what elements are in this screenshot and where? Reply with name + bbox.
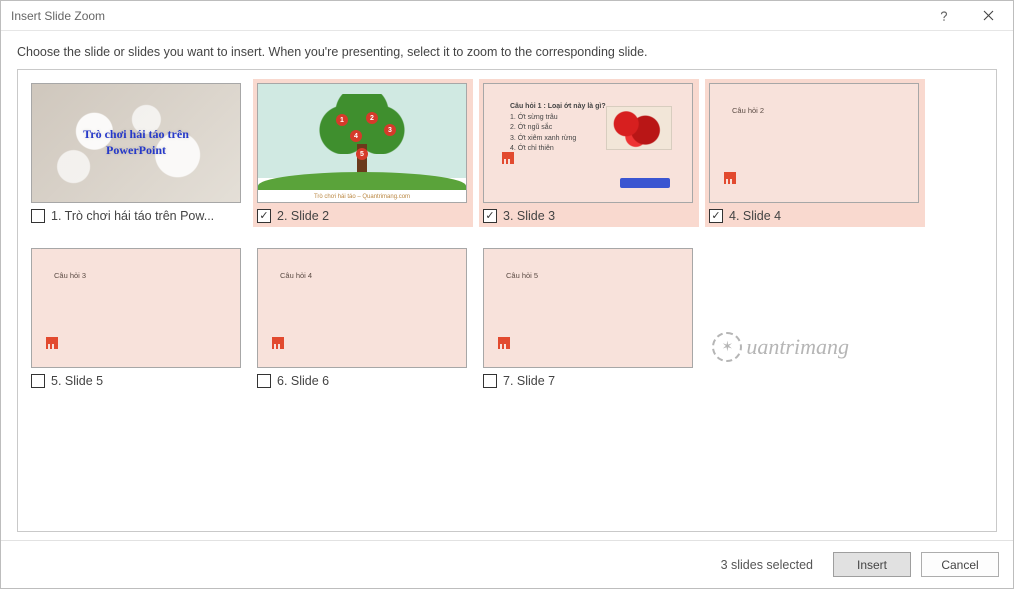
- insert-button[interactable]: Insert: [833, 552, 911, 577]
- titlebar: Insert Slide Zoom: [1, 1, 1013, 31]
- horse-icon: [272, 337, 288, 349]
- slide7-question: Câu hỏi 5: [506, 271, 538, 280]
- slide2-caption: Trò chơi hái táo – Quantrimang.com: [258, 194, 466, 200]
- slide-label-4: 4. Slide 4: [729, 209, 781, 223]
- chili-image: [606, 106, 672, 150]
- slide1-title-text: Trò chơi hái táo trên PowerPoint: [32, 84, 240, 202]
- apple-icon: 2: [366, 112, 378, 124]
- dialog-footer: 3 slides selected Insert Cancel: [1, 540, 1013, 588]
- slide-thumbnail-5[interactable]: Câu hỏi 3: [31, 248, 241, 368]
- slide-checkbox-5[interactable]: [31, 374, 45, 388]
- slide6-question: Câu hỏi 4: [280, 271, 312, 280]
- slides-scroll-area[interactable]: Trò chơi hái táo trên PowerPoint 1. Trò …: [17, 69, 997, 532]
- slide-item-1[interactable]: Trò chơi hái táo trên PowerPoint 1. Trò …: [27, 79, 247, 227]
- horse-icon: [498, 337, 514, 349]
- horse-icon: [502, 152, 518, 164]
- slide-item-3[interactable]: Câu hỏi 1 : Loại ớt này là gì? 1. Ớt sừn…: [479, 79, 699, 227]
- slide-checkbox-2[interactable]: ✓: [257, 209, 271, 223]
- apple-icon: 1: [336, 114, 348, 126]
- slide3-button: [620, 178, 670, 188]
- slide-checkbox-7[interactable]: [483, 374, 497, 388]
- instruction-text: Choose the slide or slides you want to i…: [17, 45, 997, 59]
- slide-thumbnail-6[interactable]: Câu hỏi 4: [257, 248, 467, 368]
- slide-label-6: 6. Slide 6: [277, 374, 329, 388]
- close-icon: [983, 10, 994, 21]
- slide-thumbnail-3[interactable]: Câu hỏi 1 : Loại ớt này là gì? 1. Ớt sừn…: [483, 83, 693, 203]
- slide4-question: Câu hỏi 2: [732, 106, 764, 115]
- slide-item-7[interactable]: Câu hỏi 5 7. Slide 7: [479, 244, 699, 392]
- slide3-question: Câu hỏi 1 : Loại ớt này là gì? 1. Ớt sừn…: [510, 102, 606, 155]
- slide-thumbnail-4[interactable]: Câu hỏi 2: [709, 83, 919, 203]
- slide-label-1: 1. Trò chơi hái táo trên Pow...: [51, 209, 214, 223]
- slide-checkbox-1[interactable]: [31, 209, 45, 223]
- close-button[interactable]: [966, 2, 1011, 30]
- slides-grid: Trò chơi hái táo trên PowerPoint 1. Trò …: [24, 76, 990, 406]
- slide-item-6[interactable]: Câu hỏi 4 6. Slide 6: [253, 244, 473, 392]
- slide-checkbox-4[interactable]: ✓: [709, 209, 723, 223]
- slide5-question: Câu hỏi 3: [54, 271, 86, 280]
- apple-icon: 4: [350, 130, 362, 142]
- slide-label-2: 2. Slide 2: [277, 209, 329, 223]
- apple-icon: 3: [384, 124, 396, 136]
- slide-thumbnail-2[interactable]: 1 2 3 4 5 Trò chơi hái táo – Quantrimang…: [257, 83, 467, 203]
- slide-label-5: 5. Slide 5: [51, 374, 103, 388]
- dialog-content: Choose the slide or slides you want to i…: [1, 31, 1013, 540]
- slide-checkbox-3[interactable]: ✓: [483, 209, 497, 223]
- slide-item-4[interactable]: Câu hỏi 2 ✓ 4. Slide 4: [705, 79, 925, 227]
- slide-label-3: 3. Slide 3: [503, 209, 555, 223]
- slide-item-5[interactable]: Câu hỏi 3 5. Slide 5: [27, 244, 247, 392]
- insert-slide-zoom-dialog: Insert Slide Zoom Choose the slide or sl…: [0, 0, 1014, 589]
- slide-label-7: 7. Slide 7: [503, 374, 555, 388]
- cancel-button[interactable]: Cancel: [921, 552, 999, 577]
- horse-icon: [724, 172, 740, 184]
- selection-status: 3 slides selected: [721, 558, 813, 572]
- help-button[interactable]: [921, 2, 966, 30]
- dialog-title: Insert Slide Zoom: [11, 9, 921, 23]
- slide-thumbnail-7[interactable]: Câu hỏi 5: [483, 248, 693, 368]
- apple-icon: 5: [356, 148, 368, 160]
- horse-icon: [46, 337, 62, 349]
- slide-checkbox-6[interactable]: [257, 374, 271, 388]
- slide-thumbnail-1[interactable]: Trò chơi hái táo trên PowerPoint: [31, 83, 241, 203]
- help-icon: [938, 10, 950, 22]
- slide-item-2[interactable]: 1 2 3 4 5 Trò chơi hái táo – Quantrimang…: [253, 79, 473, 227]
